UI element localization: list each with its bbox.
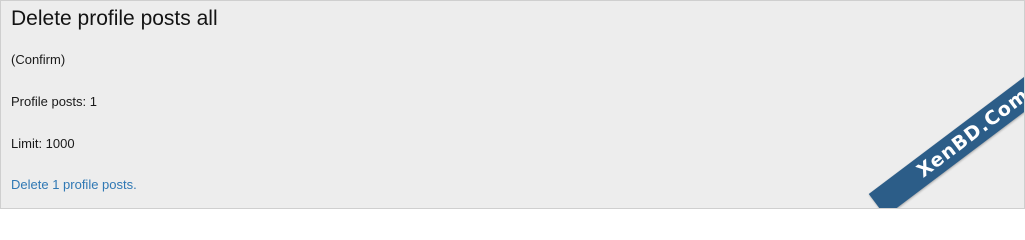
profile-posts-count: Profile posts: 1 xyxy=(11,94,97,109)
watermark-ribbon: XenBD.Com xyxy=(868,49,1024,208)
page-title: Delete profile posts all xyxy=(11,7,218,30)
limit-value: Limit: 1000 xyxy=(11,136,75,151)
confirm-text: (Confirm) xyxy=(11,52,66,67)
content-panel: Delete profile posts all (Confirm) Profi… xyxy=(0,0,1025,209)
delete-profile-posts-link[interactable]: Delete 1 profile posts. xyxy=(11,177,137,192)
